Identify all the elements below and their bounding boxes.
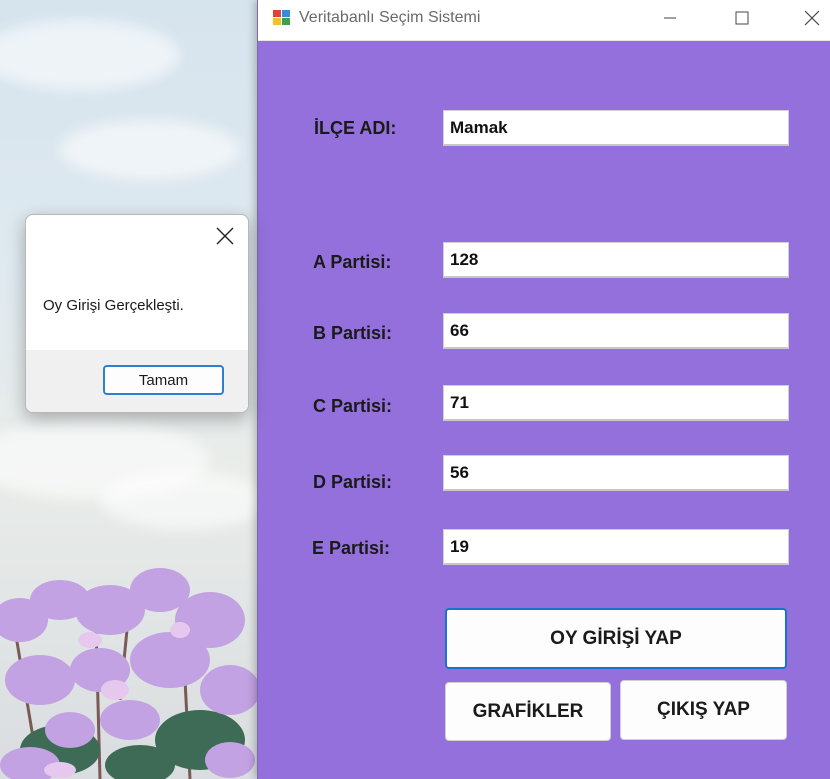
party-d-label: D Partisi: <box>313 472 393 492</box>
party-d-input[interactable] <box>443 455 789 491</box>
window-title: Veritabanlı Seçim Sistemi <box>299 9 481 26</box>
party-b-input[interactable] <box>443 313 789 349</box>
minimize-button[interactable] <box>647 0 693 36</box>
party-a-input[interactable] <box>443 242 789 278</box>
main-window: Veritabanlı Seçim Sistemi İLÇE ADI: A Pa… <box>257 0 830 779</box>
party-e-input[interactable] <box>443 529 789 565</box>
party-b-label: B Partisi: <box>313 323 393 343</box>
party-a-label: A Partisi: <box>313 252 392 272</box>
dialog-close-button[interactable] <box>214 225 236 247</box>
minimize-icon <box>664 17 676 19</box>
dialog-message: Oy Girişi Gerçekleşti. <box>43 297 184 314</box>
message-dialog: Oy Girişi Gerçekleşti. Tamam <box>25 214 249 413</box>
party-c-label: C Partisi: <box>313 396 393 416</box>
district-label: İLÇE ADI: <box>314 118 397 138</box>
exit-button[interactable]: ÇIKIŞ YAP <box>620 680 787 740</box>
ok-button[interactable]: Tamam <box>103 365 224 395</box>
close-icon <box>216 227 234 245</box>
charts-button[interactable]: GRAFİKLER <box>445 682 611 741</box>
app-icon <box>273 10 290 25</box>
title-bar: Veritabanlı Seçim Sistemi <box>258 0 830 41</box>
dialog-footer: Tamam <box>26 350 248 412</box>
party-c-input[interactable] <box>443 385 789 421</box>
maximize-button[interactable] <box>719 0 765 36</box>
maximize-icon <box>735 11 749 25</box>
close-icon <box>804 10 820 26</box>
party-e-label: E Partisi: <box>312 538 391 558</box>
close-button[interactable] <box>789 0 830 36</box>
district-input[interactable] <box>443 110 789 146</box>
submit-vote-button[interactable]: OY GİRİŞİ YAP <box>445 608 787 669</box>
